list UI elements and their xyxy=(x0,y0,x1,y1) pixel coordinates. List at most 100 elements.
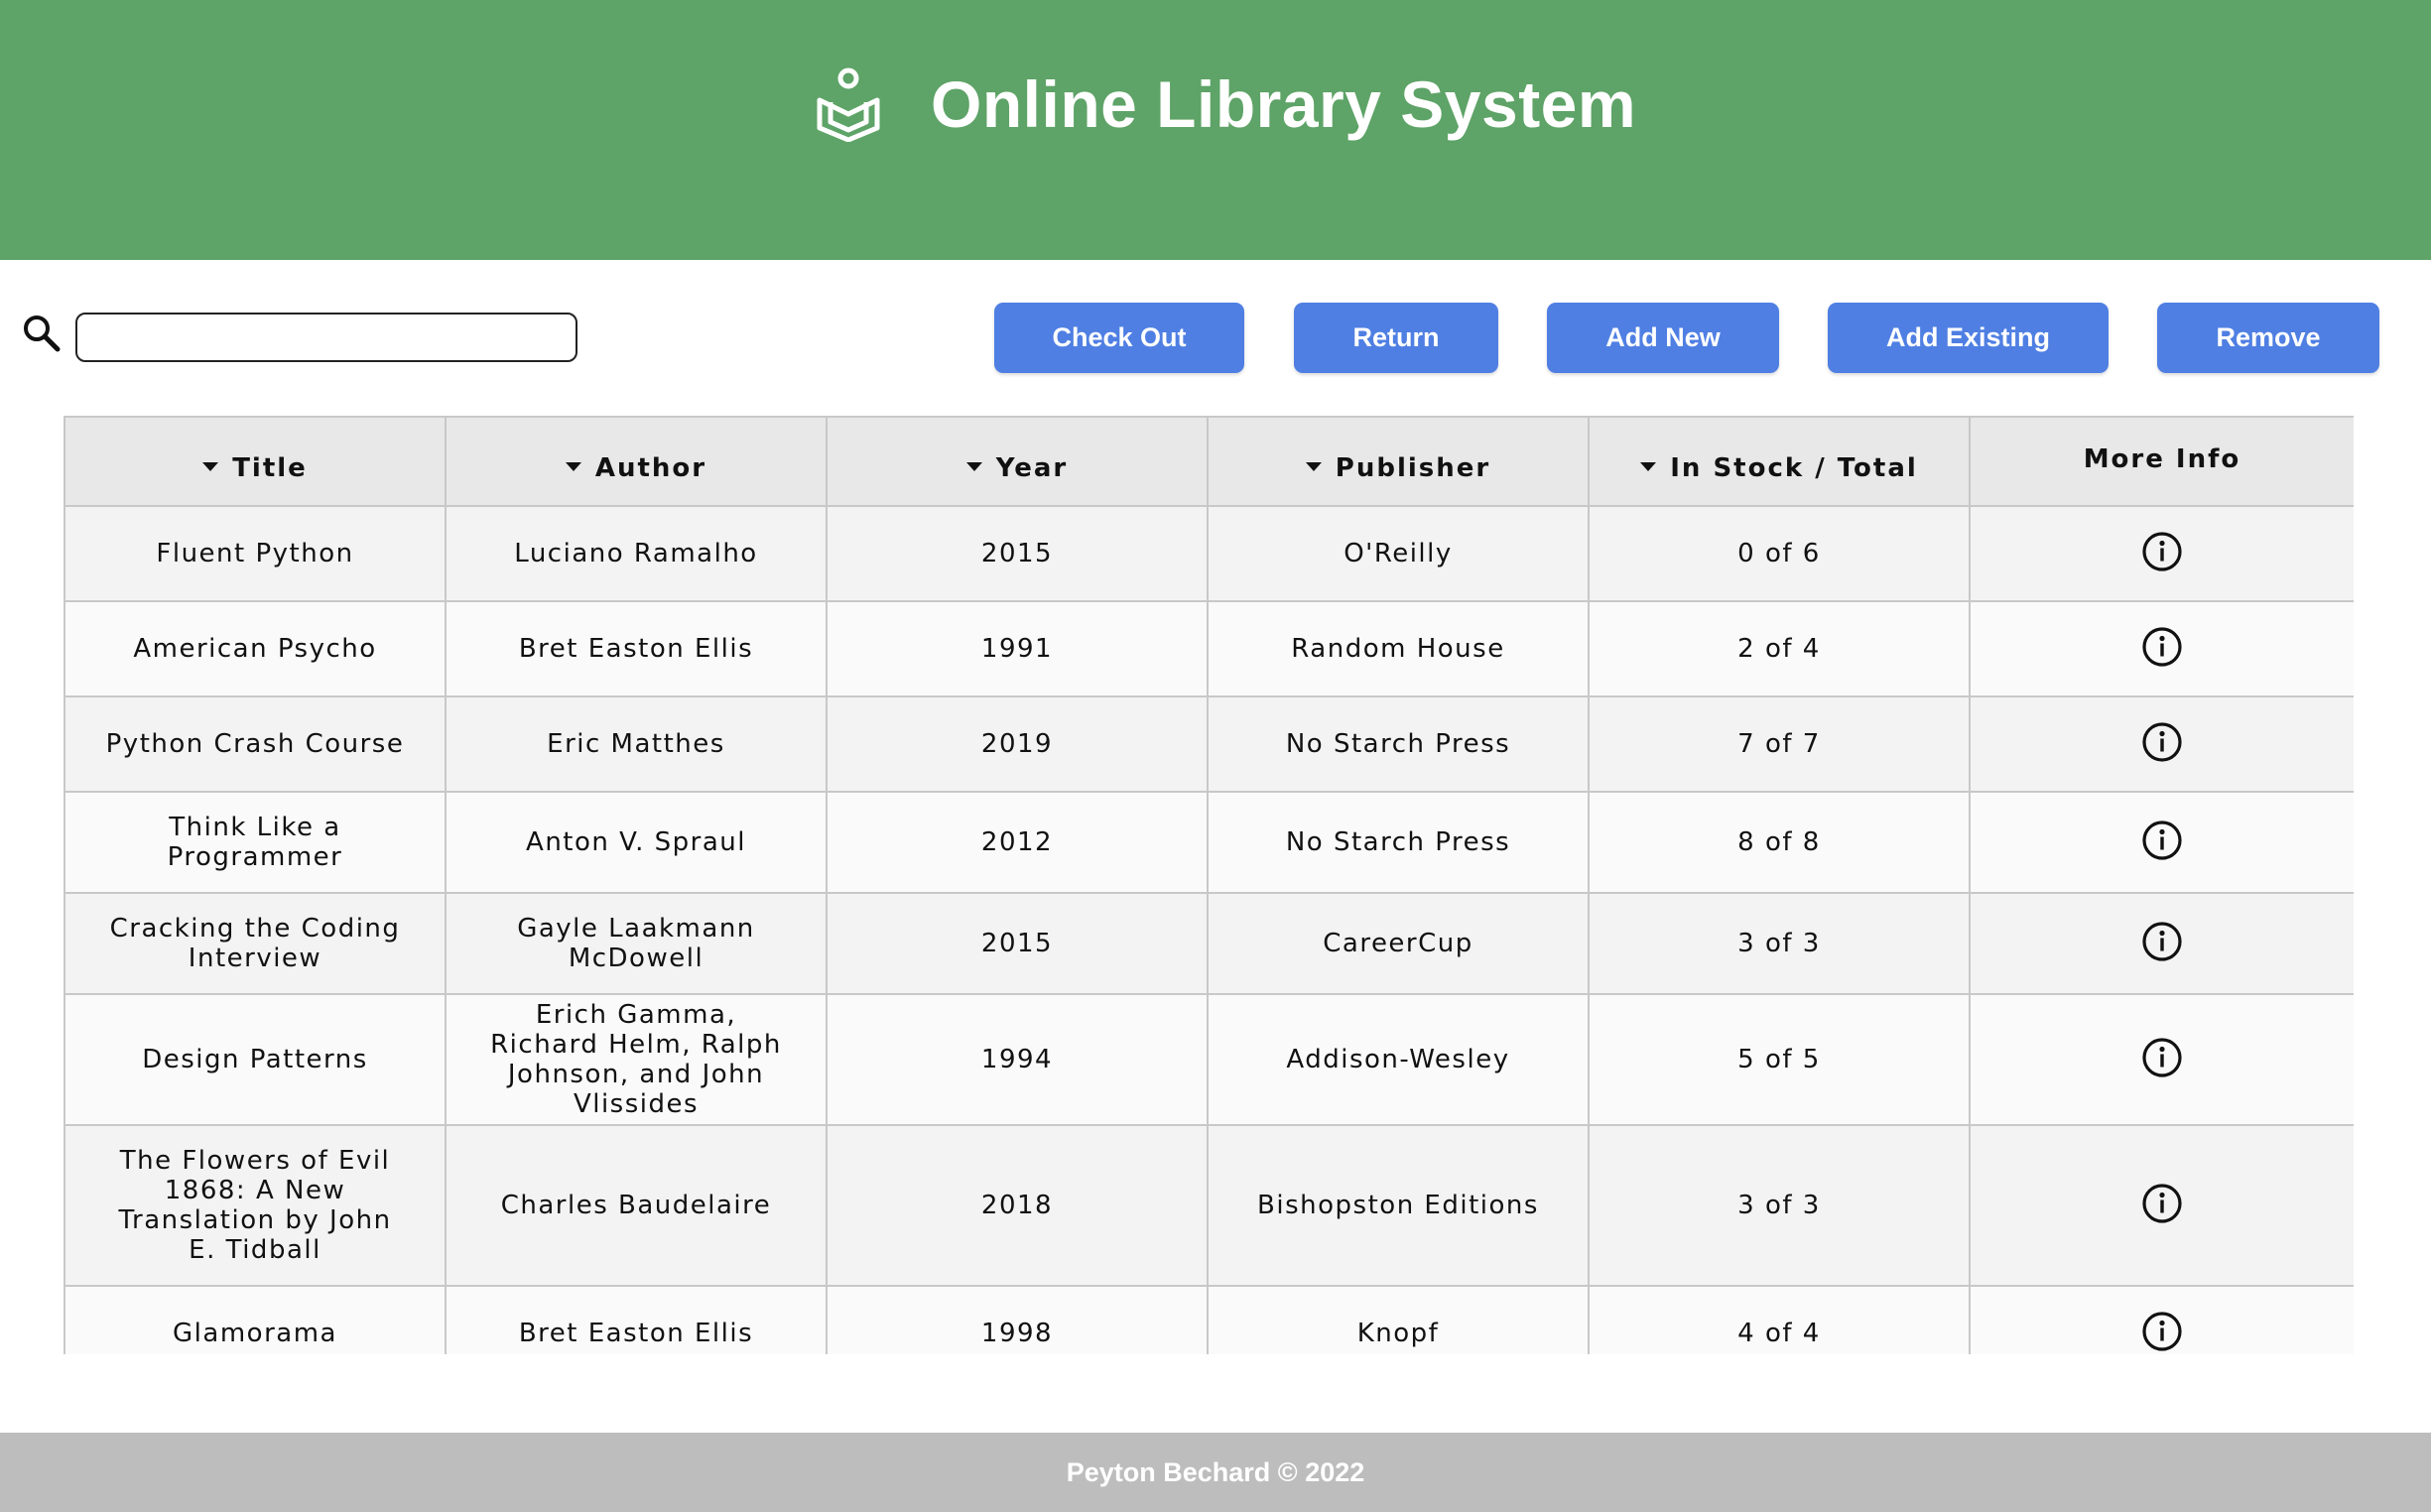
cell-publisher: No Starch Press xyxy=(1207,695,1590,793)
cell-stock: 8 of 8 xyxy=(1588,791,1971,894)
cell-more-info xyxy=(1969,892,2354,995)
cell-publisher: No Starch Press xyxy=(1207,791,1590,894)
cell-stock: 7 of 7 xyxy=(1588,695,1971,793)
column-header-label: Title xyxy=(232,453,308,483)
column-header-label: Author xyxy=(594,453,707,483)
cell-stock: 3 of 3 xyxy=(1588,892,1971,995)
page-title: Online Library System xyxy=(931,67,1637,141)
cell-publisher: CareerCup xyxy=(1207,892,1590,995)
table-row[interactable]: Glamorama Bret Easton Ellis 1998 Knopf 4 of … xyxy=(64,1285,2354,1354)
column-header-label: In Stock / Total xyxy=(1670,453,1918,483)
cell-publisher: Knopf xyxy=(1207,1285,1590,1354)
info-icon[interactable] xyxy=(2141,819,2183,861)
cell-year: 2018 xyxy=(826,1124,1209,1287)
toolbar: Check Out Return Add New Add Existing Re… xyxy=(0,298,2431,377)
column-header-year[interactable]: Year xyxy=(826,416,1209,507)
cell-stock: 4 of 4 xyxy=(1588,1285,1971,1354)
column-header-author[interactable]: Author xyxy=(445,416,828,507)
cell-year: 2015 xyxy=(826,505,1209,602)
table-row[interactable]: Fluent Python Luciano Ramalho 2015 O'Reilly… xyxy=(64,505,2354,602)
info-icon[interactable] xyxy=(2141,1037,2183,1078)
search-icon[interactable] xyxy=(22,314,62,353)
info-icon[interactable] xyxy=(2141,1311,2183,1352)
cell-publisher: O'Reilly xyxy=(1207,505,1590,602)
book-table-container[interactable]: Title Author Year Publisher In Stock / T… xyxy=(64,416,2354,1354)
column-header-label: Year xyxy=(995,453,1069,483)
cell-publisher: Bishopston Editions xyxy=(1207,1124,1590,1287)
column-header-publisher[interactable]: Publisher xyxy=(1207,416,1590,507)
sort-caret-icon xyxy=(1305,462,1322,471)
table-row[interactable]: American Psycho Bret Easton Ellis 1991 Rand… xyxy=(64,600,2354,697)
cell-author: Bret Easton Ellis xyxy=(445,1285,828,1354)
cell-more-info xyxy=(1969,600,2354,697)
cell-year: 1998 xyxy=(826,1285,1209,1354)
sort-caret-icon xyxy=(1640,462,1657,471)
search-input[interactable] xyxy=(75,313,577,362)
column-header-more-info: More Info xyxy=(1969,416,2354,507)
cell-author: Gayle Laakmann McDowell xyxy=(445,892,828,995)
cell-title: Design Patterns xyxy=(64,993,447,1126)
book-reader-icon xyxy=(817,67,880,142)
cell-more-info xyxy=(1969,791,2354,894)
add-existing-button[interactable]: Add Existing xyxy=(1828,303,2109,373)
cell-stock: 5 of 5 xyxy=(1588,993,1971,1126)
cell-publisher: Addison-Wesley xyxy=(1207,993,1590,1126)
sort-caret-icon xyxy=(202,462,219,471)
cell-author: Bret Easton Ellis xyxy=(445,600,828,697)
table-row[interactable]: Think Like a Programmer Anton V. Spraul 20… xyxy=(64,791,2354,894)
cell-publisher: Random House xyxy=(1207,600,1590,697)
cell-more-info xyxy=(1969,505,2354,602)
book-table: Title Author Year Publisher In Stock / T… xyxy=(64,416,2354,1354)
app-header: Online Library System xyxy=(0,0,2431,260)
cell-title: Glamorama xyxy=(64,1285,447,1354)
sort-caret-icon xyxy=(965,462,982,471)
info-icon[interactable] xyxy=(2141,1183,2183,1224)
cell-year: 2012 xyxy=(826,791,1209,894)
add-new-button[interactable]: Add New xyxy=(1547,303,1779,373)
cell-year: 2015 xyxy=(826,892,1209,995)
remove-button[interactable]: Remove xyxy=(2157,303,2379,373)
cell-title: Think Like a Programmer xyxy=(64,791,447,894)
cell-title: The Flowers of Evil 1868: A New Translat… xyxy=(64,1124,447,1287)
column-header-stock[interactable]: In Stock / Total xyxy=(1588,416,1971,507)
cell-title: Python Crash Course xyxy=(64,695,447,793)
cell-author: Eric Matthes xyxy=(445,695,828,793)
cell-year: 1991 xyxy=(826,600,1209,697)
table-row[interactable]: Python Crash Course Eric Matthes 2019 No St… xyxy=(64,695,2354,793)
cell-author: Charles Baudelaire xyxy=(445,1124,828,1287)
cell-year: 1994 xyxy=(826,993,1209,1126)
cell-title: Fluent Python xyxy=(64,505,447,602)
column-header-title[interactable]: Title xyxy=(64,416,447,507)
sort-caret-icon xyxy=(565,462,581,471)
cell-more-info xyxy=(1969,695,2354,793)
cell-more-info xyxy=(1969,1124,2354,1287)
header-brand: Online Library System xyxy=(814,62,1636,147)
table-header-row: Title Author Year Publisher In Stock / T… xyxy=(64,416,2354,507)
cell-title: Cracking the Coding Interview xyxy=(64,892,447,995)
footer: Peyton Bechard © 2022 xyxy=(0,1433,2431,1512)
cell-author: Anton V. Spraul xyxy=(445,791,828,894)
cell-stock: 0 of 6 xyxy=(1588,505,1971,602)
table-body: Fluent Python Luciano Ramalho 2015 O'Reilly… xyxy=(64,505,2354,1354)
cell-author: Erich Gamma, Richard Helm, Ralph Johnson… xyxy=(445,993,828,1126)
info-icon[interactable] xyxy=(2141,921,2183,962)
cell-year: 2019 xyxy=(826,695,1209,793)
return-button[interactable]: Return xyxy=(1294,303,1498,373)
cell-stock: 3 of 3 xyxy=(1588,1124,1971,1287)
info-icon[interactable] xyxy=(2141,531,2183,572)
cell-title: American Psycho xyxy=(64,600,447,697)
column-header-label: More Info xyxy=(2083,444,2241,474)
cell-more-info xyxy=(1969,993,2354,1126)
check-out-button[interactable]: Check Out xyxy=(994,303,1244,373)
column-header-label: Publisher xyxy=(1335,453,1491,483)
cell-more-info xyxy=(1969,1285,2354,1354)
table-row[interactable]: Cracking the Coding Interview Gayle Laakm… xyxy=(64,892,2354,995)
page: Online Library System Check Out Return A… xyxy=(0,0,2431,1512)
cell-stock: 2 of 4 xyxy=(1588,600,1971,697)
footer-copyright: Peyton Bechard © 2022 xyxy=(1066,1456,1365,1487)
table-row[interactable]: Design Patterns Erich Gamma, Richard Helm… xyxy=(64,993,2354,1126)
info-icon[interactable] xyxy=(2141,626,2183,668)
info-icon[interactable] xyxy=(2141,721,2183,763)
cell-author: Luciano Ramalho xyxy=(445,505,828,602)
table-row[interactable]: The Flowers of Evil 1868: A New Translat… xyxy=(64,1124,2354,1287)
